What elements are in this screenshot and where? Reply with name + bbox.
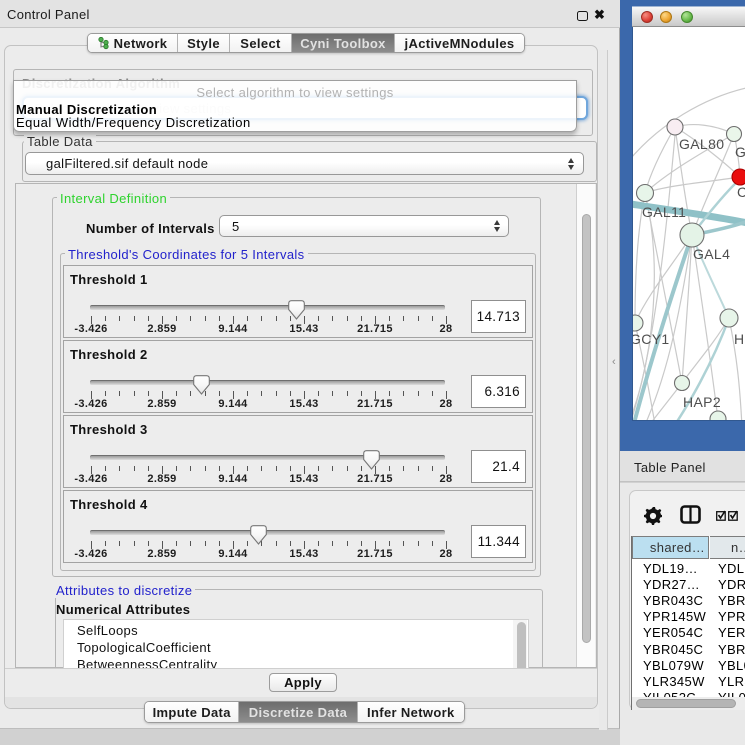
svg-text:HAP2: HAP2 xyxy=(683,394,721,410)
svg-text:GAL4: GAL4 xyxy=(693,246,730,262)
svg-text:GAL11: GAL11 xyxy=(642,204,686,220)
svg-text:GA: GA xyxy=(735,144,745,160)
svg-text:GAL80: GAL80 xyxy=(679,136,724,152)
svg-text:C: C xyxy=(737,184,745,200)
svg-text:GCY1: GCY1 xyxy=(633,331,670,347)
svg-text:H: H xyxy=(734,331,744,347)
